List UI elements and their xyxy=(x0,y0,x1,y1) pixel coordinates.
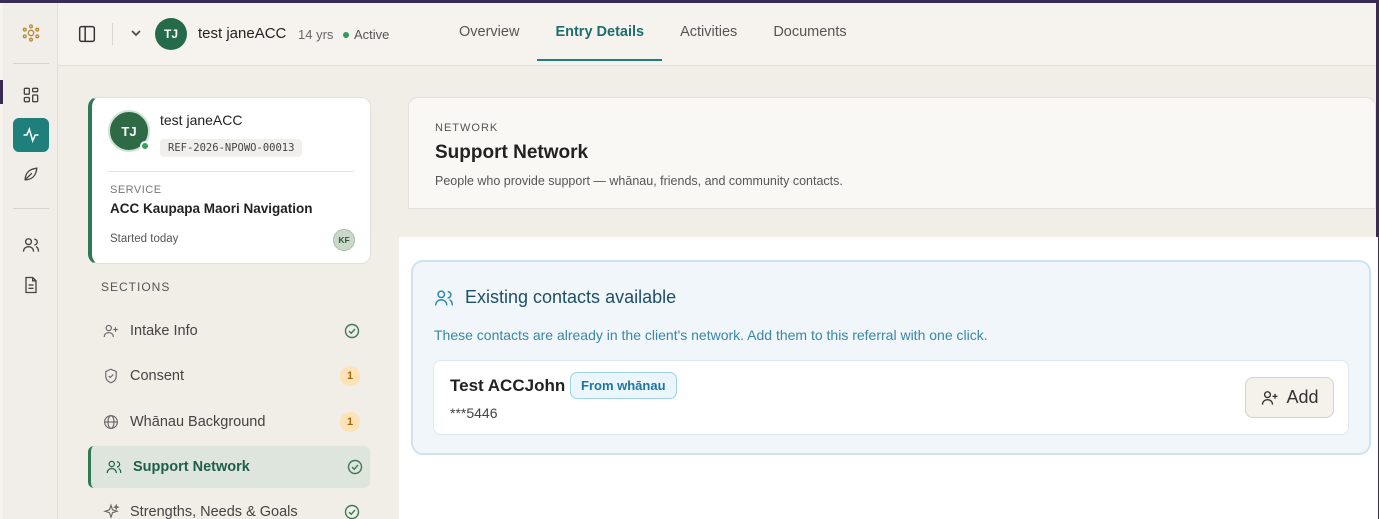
section-label: Strengths, Needs & Goals xyxy=(130,504,298,519)
existing-contacts-panel: Existing contacts available These contac… xyxy=(411,260,1371,455)
header-divider xyxy=(409,208,1375,209)
people-icon xyxy=(435,290,453,306)
tab-bar: Overview Entry Details Activities Docume… xyxy=(441,3,865,61)
app-logo-icon[interactable] xyxy=(13,16,49,50)
status-badge: Active xyxy=(343,27,389,42)
client-age: 14 yrs xyxy=(298,27,334,42)
tab-activities[interactable]: Activities xyxy=(662,3,755,61)
section-label: Consent xyxy=(130,368,185,384)
sections-heading: SECTIONS xyxy=(101,280,171,294)
reference-code: REF-2026-NPOWO-00013 xyxy=(160,139,303,157)
pending-count-badge: 1 xyxy=(340,366,360,386)
check-circle-icon xyxy=(344,323,360,339)
tab-documents[interactable]: Documents xyxy=(755,3,864,61)
people-icon xyxy=(106,460,122,474)
page-title: Support Network xyxy=(435,142,589,163)
section-item-intake-info[interactable]: Intake Info xyxy=(88,310,370,352)
client-avatar[interactable]: TJ xyxy=(155,18,187,50)
shield-icon xyxy=(105,368,117,384)
support-network-header: NETWORK Support Network People who provi… xyxy=(408,97,1376,209)
section-item-strengths-needs-goals[interactable]: Strengths, Needs & Goals xyxy=(88,491,370,519)
section-label: Intake Info xyxy=(130,323,198,339)
rail-divider xyxy=(13,208,49,209)
dashboard-icon[interactable] xyxy=(13,78,49,112)
pending-count-badge: 1 xyxy=(340,412,360,432)
client-summary-card: TJ test janeACC REF-2026-NPOWO-00013 SER… xyxy=(88,97,371,264)
online-indicator-icon xyxy=(140,141,150,151)
status-dot-icon xyxy=(343,31,349,38)
top-bar: TJ test janeACC 14 yrs Active Overview E… xyxy=(58,3,1376,66)
activity-icon[interactable] xyxy=(13,118,49,152)
worker-avatar[interactable]: KF xyxy=(333,229,355,251)
section-label: Support Network xyxy=(133,459,250,475)
contact-name: Test ACCJohn xyxy=(450,376,566,395)
rail-divider xyxy=(13,63,49,64)
sparkle-icon xyxy=(103,503,120,519)
person-plus-icon xyxy=(103,324,118,338)
globe-icon xyxy=(104,415,118,429)
tab-entry-details[interactable]: Entry Details xyxy=(537,3,662,61)
leaf-icon[interactable] xyxy=(13,157,49,191)
icon-rail xyxy=(3,3,58,519)
started-date: Started today xyxy=(110,233,179,245)
contact-row: Test ACCJohn From whānau ***5446 Add xyxy=(433,360,1349,435)
person-plus-icon xyxy=(1262,390,1278,405)
section-item-consent[interactable]: Consent 1 xyxy=(88,355,370,397)
client-card-name: test janeACC xyxy=(160,112,243,128)
service-name: ACC Kaupapa Maori Navigation xyxy=(110,201,313,216)
sidebar-toggle-icon[interactable] xyxy=(76,23,98,45)
document-icon[interactable] xyxy=(13,268,49,302)
chevron-down-icon[interactable] xyxy=(128,25,144,41)
page-description: People who provide support — whānau, fri… xyxy=(435,174,843,188)
people-icon[interactable] xyxy=(13,228,49,262)
card-divider xyxy=(108,171,354,172)
check-circle-icon xyxy=(344,504,360,519)
contact-phone: ***5446 xyxy=(450,405,498,421)
topbar-divider xyxy=(112,23,113,45)
section-label: Whānau Background xyxy=(130,414,266,430)
section-item-support-network[interactable]: Support Network xyxy=(88,446,370,488)
network-body-panel: Existing contacts available These contac… xyxy=(399,237,1378,519)
status-label: Active xyxy=(354,27,390,42)
add-button-label: Add xyxy=(1286,387,1319,407)
main-content: TJ test janeACC REF-2026-NPOWO-00013 SER… xyxy=(58,66,1378,519)
existing-contacts-description: These contacts are already in the client… xyxy=(434,327,988,343)
add-contact-button[interactable]: Add xyxy=(1245,377,1334,418)
service-label: SERVICE xyxy=(110,184,162,196)
existing-contacts-title: Existing contacts available xyxy=(465,287,677,307)
section-kicker: NETWORK xyxy=(435,122,499,134)
tab-overview[interactable]: Overview xyxy=(441,3,537,61)
client-name: test janeACC xyxy=(198,25,287,42)
check-circle-icon xyxy=(347,459,363,475)
section-item-whanau-background[interactable]: Whānau Background 1 xyxy=(88,401,370,443)
contact-source-badge: From whānau xyxy=(570,372,677,399)
